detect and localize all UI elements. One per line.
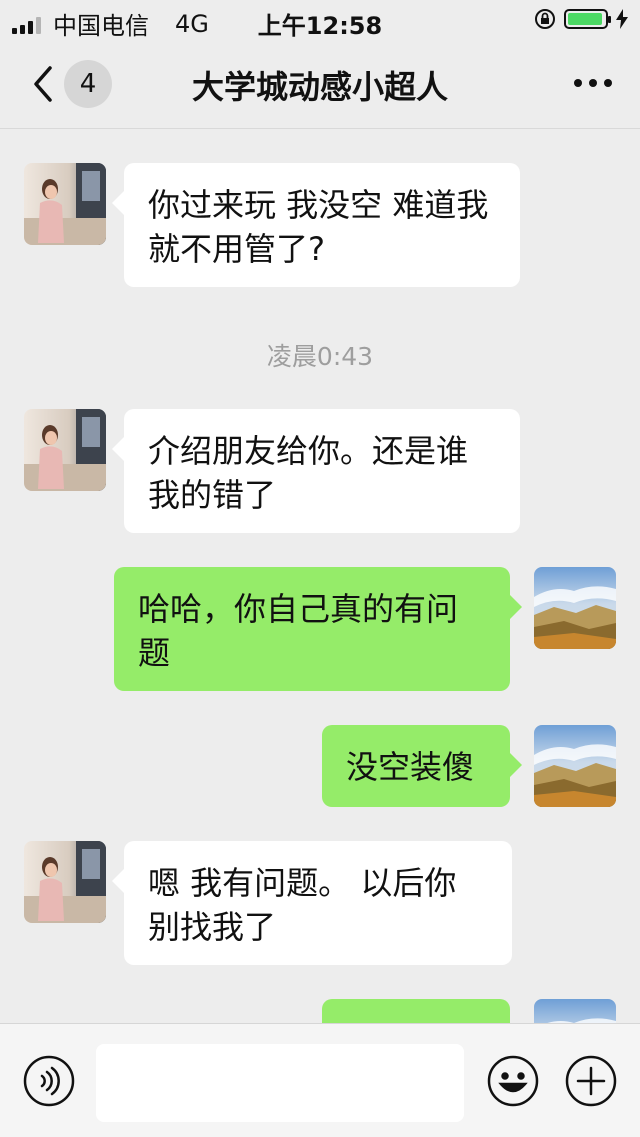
status-right — [534, 8, 628, 30]
status-bar: 中国电信 4G 上午12:58 — [0, 0, 640, 40]
my-avatar[interactable] — [534, 567, 616, 649]
chat-title: 大学城动感小超人 — [191, 68, 448, 106]
voice-icon — [23, 1055, 75, 1107]
outgoing-bubble[interactable]: 没空装傻 — [322, 725, 522, 807]
chat-header: 4 大学城动感小超人 — [0, 40, 640, 129]
incoming-bubble[interactable]: 嗯 我有问题。 以后你别找我了 — [112, 841, 512, 965]
charging-bolt-icon — [616, 9, 628, 29]
input-bar — [0, 1023, 640, 1137]
emoji-icon — [487, 1055, 539, 1107]
incoming-bubble[interactable]: 你过来玩 我没空 难道我就不用管了? — [112, 163, 520, 287]
outgoing-bubble[interactable]: 哈哈，你自己真的有问题 — [114, 567, 522, 691]
emoji-button[interactable] — [486, 1054, 540, 1108]
contact-avatar[interactable] — [24, 841, 106, 923]
message-timestamp: 凌晨0:43 — [266, 342, 374, 371]
my-avatar[interactable] — [534, 725, 616, 807]
message-input[interactable] — [96, 1044, 464, 1122]
more-functions-button[interactable] — [564, 1054, 618, 1108]
contact-avatar[interactable] — [24, 409, 106, 491]
my-avatar[interactable] — [534, 999, 616, 1023]
contact-avatar[interactable] — [24, 163, 106, 245]
voice-button[interactable] — [22, 1054, 76, 1108]
message-list[interactable]: 你过来玩 我没空 难道我就不用管了? 凌晨0:43 介绍朋友给你。还是谁我的错了… — [0, 129, 640, 1023]
plus-icon — [565, 1055, 617, 1107]
battery-level — [568, 13, 602, 25]
battery-icon — [564, 9, 611, 29]
outgoing-bubble[interactable] — [322, 999, 510, 1023]
more-button[interactable] — [568, 68, 618, 98]
more-dots-icon — [574, 79, 612, 87]
orientation-lock-icon — [535, 9, 555, 29]
incoming-bubble[interactable]: 介绍朋友给你。还是谁我的错了 — [112, 409, 520, 533]
